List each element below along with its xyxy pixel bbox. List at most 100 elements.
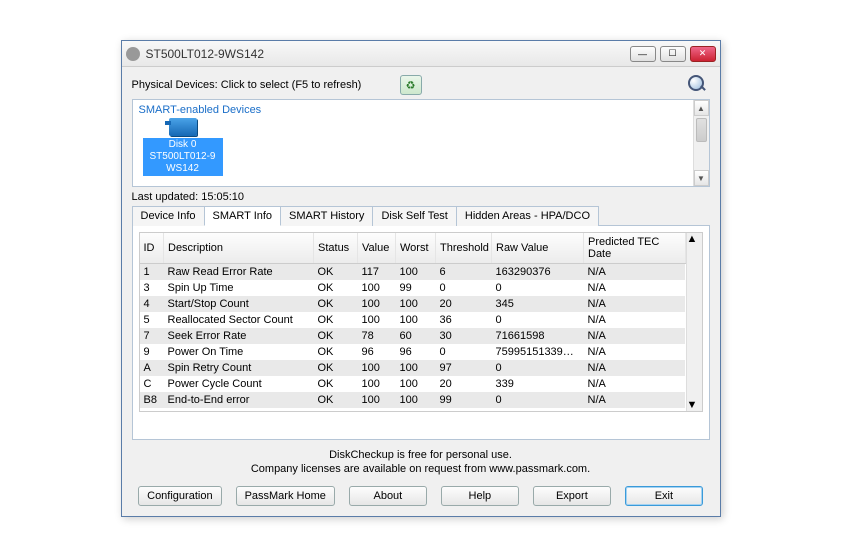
cell-desc: Reported Uncorrectable Errors	[164, 408, 314, 412]
cell-value: 100	[358, 280, 396, 296]
cell-thresh: 36	[436, 312, 492, 328]
cell-raw: 163290376	[492, 264, 584, 281]
cell-thresh: 99	[436, 392, 492, 408]
smart-table-wrap: ID Description Status Value Worst Thresh…	[139, 232, 703, 412]
cell-id: 1	[140, 264, 164, 281]
table-row[interactable]: B8End-to-End errorOK100100990N/A	[140, 392, 686, 408]
tab-disk-self-test[interactable]: Disk Self Test	[372, 206, 456, 226]
cell-status: OK	[314, 328, 358, 344]
footer-text: DiskCheckup is free for personal use. Co…	[132, 448, 710, 476]
cell-tec: N/A	[584, 280, 686, 296]
cell-value: 100	[358, 408, 396, 412]
table-row[interactable]: 5Reallocated Sector CountOK100100360N/A	[140, 312, 686, 328]
cell-tec: N/A	[584, 408, 686, 412]
table-row[interactable]: 9Power On TimeOK9696075995151339416N/A	[140, 344, 686, 360]
cell-tec: N/A	[584, 264, 686, 281]
cell-value: 100	[358, 392, 396, 408]
cell-worst: 100	[396, 264, 436, 281]
cell-status: OK	[314, 280, 358, 296]
cell-value: 96	[358, 344, 396, 360]
cell-status: OK	[314, 264, 358, 281]
table-row[interactable]: BBReported Uncorrectable ErrorsOK1001000…	[140, 408, 686, 412]
col-description[interactable]: Description	[164, 233, 314, 264]
search-icon[interactable]	[686, 75, 710, 95]
cell-raw: 345	[492, 296, 584, 312]
tab-smart-history[interactable]: SMART History	[280, 206, 373, 226]
minimize-button[interactable]: —	[630, 46, 656, 62]
table-header-row: ID Description Status Value Worst Thresh…	[140, 233, 686, 264]
cell-id: B8	[140, 392, 164, 408]
scroll-down-icon[interactable]: ▼	[694, 170, 709, 186]
col-id[interactable]: ID	[140, 233, 164, 264]
table-row[interactable]: ASpin Retry CountOK100100970N/A	[140, 360, 686, 376]
cell-status: OK	[314, 360, 358, 376]
export-button[interactable]: Export	[533, 486, 611, 506]
passmark-home-button[interactable]: PassMark Home	[236, 486, 335, 506]
smart-table: ID Description Status Value Worst Thresh…	[140, 233, 686, 412]
cell-status: OK	[314, 408, 358, 412]
col-value[interactable]: Value	[358, 233, 396, 264]
cell-desc: Spin Retry Count	[164, 360, 314, 376]
disk-label-line: Disk 0	[145, 139, 221, 151]
disk-item[interactable]: Disk 0 ST500LT012-9 WS142	[139, 118, 227, 176]
titlebar[interactable]: ST500LT012-9WS142 — ☐ ✕	[122, 41, 720, 67]
devices-scrollbar[interactable]: ▲ ▼	[693, 100, 709, 186]
table-row[interactable]: 3Spin Up TimeOK1009900N/A	[140, 280, 686, 296]
table-row[interactable]: CPower Cycle CountOK10010020339N/A	[140, 376, 686, 392]
scroll-thumb[interactable]	[696, 118, 707, 142]
cell-thresh: 20	[436, 376, 492, 392]
tab-smart-info[interactable]: SMART Info	[204, 206, 282, 226]
cell-tec: N/A	[584, 312, 686, 328]
col-status[interactable]: Status	[314, 233, 358, 264]
cell-tec: N/A	[584, 376, 686, 392]
cell-value: 100	[358, 312, 396, 328]
cell-desc: Start/Stop Count	[164, 296, 314, 312]
cell-desc: Power On Time	[164, 344, 314, 360]
refresh-button[interactable]: ♻	[400, 75, 422, 95]
cell-status: OK	[314, 392, 358, 408]
cell-worst: 60	[396, 328, 436, 344]
cell-id: A	[140, 360, 164, 376]
close-button[interactable]: ✕	[690, 46, 716, 62]
tab-content: ID Description Status Value Worst Thresh…	[132, 226, 710, 440]
cell-worst: 100	[396, 360, 436, 376]
configuration-button[interactable]: Configuration	[138, 486, 221, 506]
cell-raw: 0	[492, 280, 584, 296]
cell-value: 100	[358, 376, 396, 392]
cell-status: OK	[314, 376, 358, 392]
tab-hidden-areas[interactable]: Hidden Areas - HPA/DCO	[456, 206, 599, 226]
table-row[interactable]: 4Start/Stop CountOK10010020345N/A	[140, 296, 686, 312]
cell-thresh: 30	[436, 328, 492, 344]
exit-button[interactable]: Exit	[625, 486, 703, 506]
maximize-button[interactable]: ☐	[660, 46, 686, 62]
table-row[interactable]: 1Raw Read Error RateOK1171006163290376N/…	[140, 264, 686, 281]
col-raw[interactable]: Raw Value	[492, 233, 584, 264]
cell-value: 100	[358, 360, 396, 376]
disk-label: Disk 0 ST500LT012-9 WS142	[143, 138, 223, 176]
cell-status: OK	[314, 344, 358, 360]
cell-desc: End-to-End error	[164, 392, 314, 408]
devices-panel-header: SMART-enabled Devices	[139, 104, 703, 116]
table-row[interactable]: 7Seek Error RateOK78603071661598N/A	[140, 328, 686, 344]
cell-raw: 0	[492, 360, 584, 376]
cell-worst: 100	[396, 296, 436, 312]
col-worst[interactable]: Worst	[396, 233, 436, 264]
cell-value: 100	[358, 296, 396, 312]
scroll-up-icon[interactable]: ▲	[694, 100, 709, 116]
cell-desc: Seek Error Rate	[164, 328, 314, 344]
scroll-up-icon[interactable]: ▲	[687, 233, 702, 245]
table-scrollbar[interactable]: ▲ ▼	[686, 233, 702, 411]
cell-tec: N/A	[584, 344, 686, 360]
cell-raw: 71661598	[492, 328, 584, 344]
col-threshold[interactable]: Threshold	[436, 233, 492, 264]
cell-worst: 100	[396, 376, 436, 392]
col-tec[interactable]: Predicted TEC Date	[584, 233, 686, 264]
about-button[interactable]: About	[349, 486, 427, 506]
cell-tec: N/A	[584, 360, 686, 376]
tab-device-info[interactable]: Device Info	[132, 206, 205, 226]
devices-panel: SMART-enabled Devices Disk 0 ST500LT012-…	[132, 99, 710, 187]
help-button[interactable]: Help	[441, 486, 519, 506]
cell-raw: 0	[492, 408, 584, 412]
cell-id: 5	[140, 312, 164, 328]
scroll-down-icon[interactable]: ▼	[687, 399, 702, 411]
